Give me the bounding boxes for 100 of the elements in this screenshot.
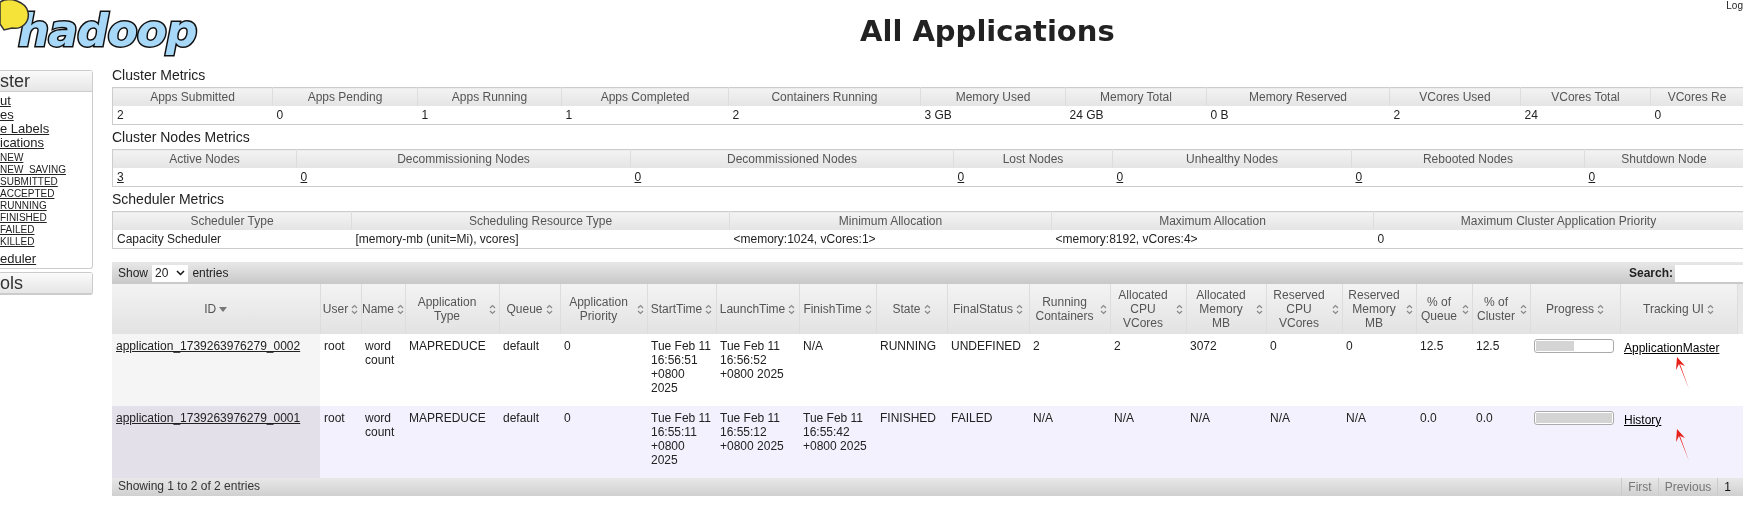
sidebar-sublink[interactable]: SUBMITTED [0,176,58,188]
column-header: VCores Re [1650,87,1743,106]
sidebar-link[interactable]: eduler [0,252,37,266]
metric-value: 0 B [1210,108,1229,122]
table-cell: word count [365,339,395,367]
application-link[interactable]: application_1739263976279_0001 [116,411,301,425]
header-label: Queue [506,302,543,316]
column-header[interactable]: Progress [1530,284,1620,334]
logo-text: hadoop [18,9,197,53]
column-header[interactable]: Application Type [405,284,499,334]
table-cell: Tue Feb 11 16:56:52 +0800 2025 [720,339,784,381]
metric-value: 3 GB [924,108,952,122]
column-header[interactable]: StartTime [647,284,716,334]
sidebar-sublink[interactable]: KILLED [0,236,35,248]
column-header[interactable]: State [876,284,947,334]
header-label: Name [362,302,394,316]
column-header[interactable]: Reserved Memory MB [1342,284,1416,334]
column-header: Decommissioning Nodes [296,149,631,168]
sidebar-link[interactable]: ications [0,136,45,150]
table-cell: 0 [1270,339,1277,353]
column-header: Apps Submitted [112,87,273,106]
table-cell: N/A [1114,411,1134,425]
header-label: Application Priority [568,295,629,323]
table-cell: Tue Feb 11 16:55:11 +0800 2025 [651,411,712,467]
column-header[interactable]: Application Priority [560,284,647,334]
column-header[interactable]: Queue [499,284,560,334]
header-label: Reserved CPU VCores [1272,288,1326,330]
section-title: Cluster Nodes Metrics [112,128,251,146]
header-label: % of Queue [1420,295,1458,323]
sidebar-link[interactable]: e Labels [0,122,50,136]
metric-link[interactable]: 0 [1588,170,1596,184]
metric-value: Capacity Scheduler [117,232,222,246]
table-cell: Tue Feb 11 16:55:42 +0800 2025 [803,411,867,453]
table-cell: Tue Feb 11 16:55:12 +0800 2025 [720,411,784,453]
column-header[interactable]: FinishTime [799,284,876,334]
login-text: Log [1726,0,1743,12]
sidebar-sublink[interactable]: FAILED [0,224,35,236]
sidebar-sublink[interactable]: RUNNING [0,200,47,212]
column-header[interactable]: ID [112,284,320,334]
column-header[interactable]: % of Queue [1416,284,1472,334]
metric-link[interactable]: 3 [117,170,124,184]
column-header[interactable]: FinalStatus [947,284,1029,334]
table-cell: word count [365,411,395,439]
sidebar-sublink[interactable]: FINISHED [0,212,47,224]
search-label: Search: [1628,265,1673,282]
tracking-link[interactable]: ApplicationMaster [1624,341,1720,355]
table-cell: 12.5 [1476,339,1500,353]
column-header: Shutdown Node [1584,149,1743,168]
table-cell: default [503,411,540,425]
header-label: Application Type [416,295,478,323]
column-header[interactable]: % of Cluster [1472,284,1530,334]
column-header[interactable]: Reserved CPU VCores [1266,284,1342,334]
table-cell: N/A [1033,411,1053,425]
header-label: Reserved Memory MB [1347,288,1401,330]
column-header[interactable]: User [320,284,361,334]
column-header: Apps Completed [561,87,729,106]
application-link[interactable]: application_1739263976279_0002 [116,339,301,353]
table-cell: UNDEFINED [951,339,1021,353]
metric-value: <memory:1024, vCores:1> [733,232,876,246]
metric-value: 0 [1377,232,1385,246]
sidebar-heading: ols [0,273,92,294]
header-label: Tracking UI [1643,302,1704,316]
header-label: % of Cluster [1476,295,1516,323]
column-header: Maximum Cluster Application Priority [1373,211,1743,230]
metric-link[interactable]: 0 [1116,170,1124,184]
column-header: Unhealthy Nodes [1112,149,1352,168]
page-title: All Applications [860,13,1115,50]
metric-link[interactable]: 0 [634,170,642,184]
column-header[interactable]: Tracking UI [1620,284,1737,334]
column-header[interactable]: Allocated CPU VCores [1110,284,1186,334]
column-header[interactable]: Allocated Memory MB [1186,284,1266,334]
metric-link[interactable]: 0 [957,170,965,184]
column-header: Memory Used [920,87,1066,106]
sidebar-sublink[interactable]: ACCEPTED [0,188,55,200]
table-cell: N/A [803,339,823,353]
tracking-link[interactable]: History [1624,413,1662,427]
table-cell: MAPREDUCE [409,411,486,425]
sidebar-sublink[interactable]: NEW_SAVING [0,164,66,176]
column-header[interactable]: LaunchTime [716,284,799,334]
header-label: FinalStatus [953,302,1013,316]
column-header: Apps Running [417,87,562,106]
sidebar-link[interactable]: ut [0,94,11,108]
search-field[interactable] [1675,264,1743,282]
table-cell: 0.0 [1476,411,1493,425]
section-title: Scheduler Metrics [112,190,226,208]
column-header[interactable]: Running Containers [1029,284,1110,334]
column-header: Active Nodes [112,149,297,168]
table-cell: 2 [1114,339,1121,353]
table-cell: MAPREDUCE [409,339,486,353]
column-header[interactable]: Name [361,284,405,334]
sidebar-sublink[interactable]: NEW [0,152,24,164]
metric-value: 2 [732,108,740,122]
metric-link[interactable]: 0 [1355,170,1363,184]
header-label: Progress [1546,302,1594,316]
sidebar-link[interactable]: es [0,108,14,122]
metric-link[interactable]: 0 [300,170,308,184]
page-size-select[interactable]: 20 [152,264,189,282]
column-header: Apps Pending [272,87,418,106]
pager-button[interactable]: 1 [1717,478,1737,496]
table-cell: N/A [1190,411,1210,425]
